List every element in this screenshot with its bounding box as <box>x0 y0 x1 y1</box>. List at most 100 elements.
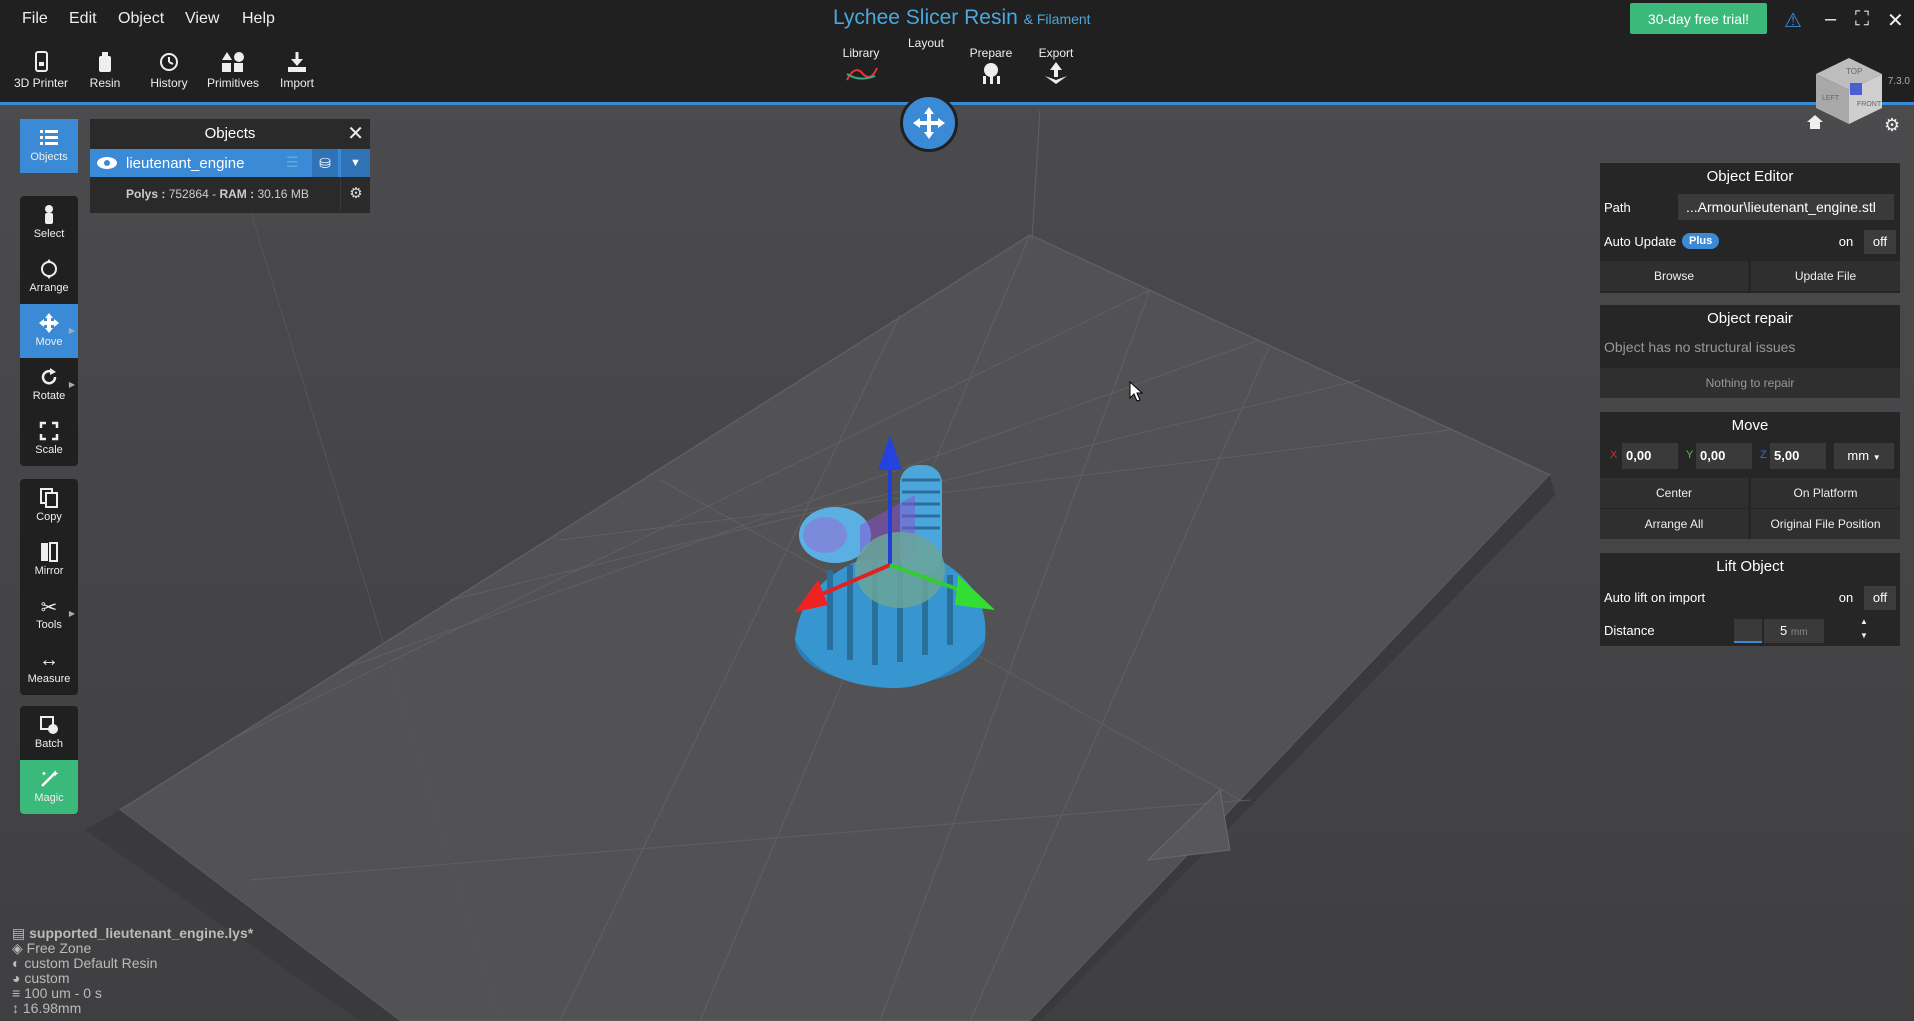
distance-slider-track[interactable] <box>1734 619 1762 643</box>
chevron-down-icon[interactable]: ▼ <box>341 149 370 177</box>
rail-arrange-button[interactable]: Arrange <box>20 250 78 304</box>
menu-object[interactable]: Object <box>118 10 164 28</box>
rail-label: Batch <box>34 738 64 750</box>
palette-icon: ◕ <box>12 970 25 986</box>
y-input[interactable]: 0,00 <box>1696 443 1752 469</box>
object-settings-gear-icon[interactable]: ⚙ <box>340 177 371 211</box>
rail-measure-button[interactable]: ↔ Measure <box>20 641 78 695</box>
move-arrows-icon[interactable] <box>900 94 958 152</box>
rail-label: Copy <box>36 511 62 523</box>
rail-select-button[interactable]: Select <box>20 196 78 250</box>
rail-group-transform: Select Arrange Move ▶ Rotate ▶ Scale <box>20 196 78 466</box>
polys-label: Polys : <box>126 187 166 201</box>
library-icon <box>846 67 878 81</box>
drop-icon: ◐ <box>12 955 25 971</box>
nothing-to-repair-button: Nothing to repair <box>1600 368 1900 398</box>
original-file-position-button[interactable]: Original File Position <box>1751 509 1900 539</box>
version-label: 7.3.0 <box>1887 76 1910 87</box>
rail-magic-button[interactable]: ✦ ✦ Magic <box>20 760 78 814</box>
auto-update-on-toggle[interactable]: on <box>1830 230 1862 254</box>
chevron-down-icon: ▼ <box>1872 453 1881 462</box>
toolbar-3d-printer-button[interactable]: 3D Printer <box>9 50 73 90</box>
objects-panel: Objects ✕ lieutenant_engine ☰ ⛁ ▼ Polys … <box>90 119 370 213</box>
center-button[interactable]: Center <box>1600 478 1748 508</box>
object-repair-panel: Object repair Object has no structural i… <box>1600 305 1900 398</box>
close-window-icon[interactable]: ✕ <box>1887 8 1904 33</box>
measure-icon: ↔ <box>39 649 59 671</box>
menu-help[interactable]: Help <box>242 10 275 28</box>
path-field[interactable]: ...Armour\lieutenant_engine.stl <box>1678 194 1894 220</box>
unit-select[interactable]: mm ▼ <box>1834 443 1894 469</box>
layers-icon: ≡ <box>12 985 25 1001</box>
arrange-all-button[interactable]: Arrange All <box>1600 509 1748 539</box>
menu-view[interactable]: View <box>185 10 219 28</box>
object-menu-icon[interactable]: ☰ <box>286 154 299 171</box>
auto-lift-on-toggle[interactable]: on <box>1830 586 1862 610</box>
objects-panel-header: Objects ✕ <box>90 119 370 149</box>
minimize-icon[interactable]: – <box>1825 8 1836 31</box>
path-row: Path ...Armour\lieutenant_engine.stl <box>1600 191 1900 225</box>
distance-input[interactable]: 5 mm <box>1764 619 1824 643</box>
rail-tools-button[interactable]: ✂ Tools ▶ <box>20 587 78 641</box>
warning-icon[interactable]: ⚠ <box>1784 8 1802 33</box>
toolbar-resin-button[interactable]: Resin <box>73 50 137 90</box>
unit-value: mm <box>1847 448 1870 463</box>
auto-lift-off-toggle[interactable]: off <box>1864 586 1896 610</box>
rail-objects-button[interactable]: Objects <box>20 119 78 173</box>
browse-button[interactable]: Browse <box>1600 261 1748 291</box>
magic-wand-icon: ✦ ✦ <box>20 760 78 792</box>
menu-edit[interactable]: Edit <box>69 10 97 28</box>
import-icon <box>265 50 329 76</box>
cube-icon: ◈ <box>12 940 27 956</box>
rail-batch-button[interactable]: Batch <box>20 706 78 760</box>
rail-rotate-button[interactable]: Rotate ▶ <box>20 358 78 412</box>
toolbar-import-button[interactable]: Import <box>265 50 329 90</box>
stepper-down-icon[interactable]: ▼ <box>1860 631 1868 640</box>
object-layers-icon[interactable]: ⛁ <box>312 149 338 177</box>
rail-label: Objects <box>30 151 68 163</box>
toolbar-history-button[interactable]: History <box>137 50 201 90</box>
supports-icon <box>983 63 1000 84</box>
app-title: Lychee Slicer Resin & Filament <box>833 6 1091 30</box>
tab-label: Prepare <box>969 46 1013 60</box>
maximize-icon[interactable]: ⛶ <box>1855 8 1869 31</box>
tab-prepare[interactable]: Prepare <box>958 46 1024 89</box>
menu-file[interactable]: File <box>22 10 48 28</box>
auto-update-off-toggle[interactable]: off <box>1864 230 1896 254</box>
mirror-icon <box>20 533 78 565</box>
tab-layout[interactable]: Layout <box>893 36 959 50</box>
rail-mirror-button[interactable]: Mirror <box>20 533 78 587</box>
distance-value: 5 <box>1780 623 1788 638</box>
distance-unit: mm <box>1790 627 1808 638</box>
free-trial-button[interactable]: 30-day free trial! <box>1630 3 1767 34</box>
plus-badge: Plus <box>1682 233 1720 249</box>
object-editor-title: Object Editor <box>1706 168 1794 185</box>
tab-export[interactable]: Export <box>1023 46 1089 89</box>
ram-value: 30.16 MB <box>257 187 309 201</box>
rail-label: Move <box>35 336 63 348</box>
app-title-main: Lychee Slicer Resin <box>833 6 1018 29</box>
status-zone: ◈ Free Zone <box>12 941 253 956</box>
rail-label: Mirror <box>34 565 64 577</box>
object-stats: Polys : 752864 - RAM : 30.16 MB ⚙ <box>90 177 370 211</box>
home-view-icon[interactable] <box>1806 114 1824 135</box>
batch-icon <box>20 706 78 738</box>
stepper-up-icon[interactable]: ▲ <box>1860 617 1868 626</box>
submenu-arrow-icon: ▶ <box>68 380 75 389</box>
update-file-button[interactable]: Update File <box>1751 261 1900 291</box>
toolbar-primitives-button[interactable]: Primitives <box>201 50 265 90</box>
rail-group-objects: Objects <box>20 119 78 173</box>
rail-scale-button[interactable]: Scale <box>20 412 78 466</box>
on-platform-button[interactable]: On Platform <box>1751 478 1900 508</box>
rail-move-button[interactable]: Move ▶ <box>20 304 78 358</box>
toolbar-label: Primitives <box>206 76 259 90</box>
rail-copy-button[interactable]: Copy <box>20 479 78 533</box>
tab-library[interactable]: Library <box>828 46 894 89</box>
z-input[interactable]: 5,00 <box>1770 443 1826 469</box>
object-row[interactable]: lieutenant_engine ☰ ⛁ ▼ <box>90 149 370 177</box>
x-input[interactable]: 0,00 <box>1622 443 1678 469</box>
close-icon[interactable]: ✕ <box>347 119 364 149</box>
view-settings-gear-icon[interactable]: ⚙ <box>1884 115 1900 136</box>
svg-text:✦: ✦ <box>41 770 47 778</box>
eye-icon[interactable] <box>96 156 118 170</box>
